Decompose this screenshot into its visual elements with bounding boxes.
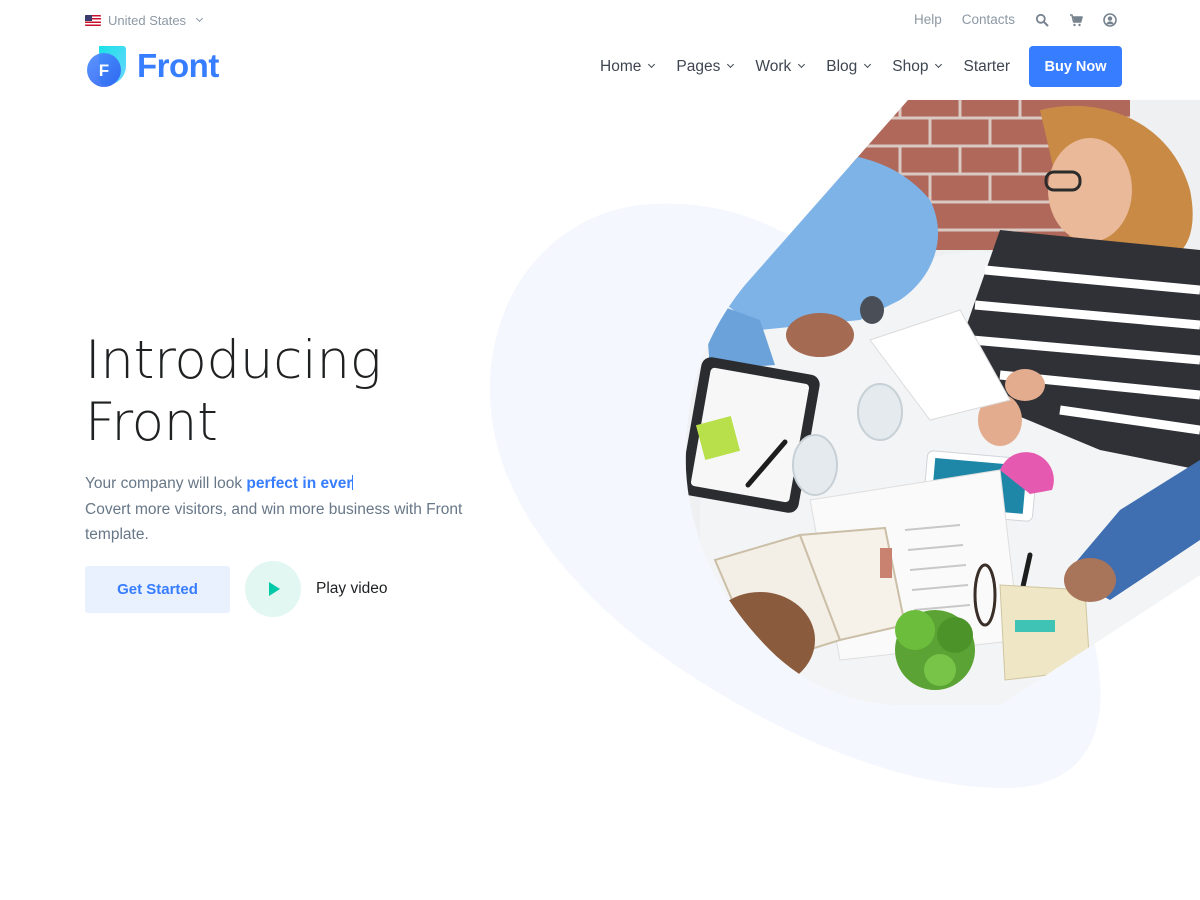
- play-video-label: Play video: [316, 580, 388, 597]
- hero-lead-rest: Covert more visitors, and win more busin…: [85, 500, 463, 544]
- hero-title-line1: Introducing: [85, 330, 382, 391]
- play-icon[interactable]: [245, 561, 301, 617]
- hero-title-line2: Front: [85, 392, 218, 453]
- hero-lead: Your company will look perfect in ever C…: [85, 471, 505, 548]
- play-video-button[interactable]: Play video: [245, 561, 388, 617]
- hero-lead-highlight: perfect in ever: [246, 475, 353, 492]
- get-started-button[interactable]: Get Started: [85, 566, 230, 613]
- typing-cursor: [352, 475, 354, 490]
- hero-lead-prefix: Your company will look: [85, 475, 247, 492]
- hero-title: Introducing Front: [85, 330, 382, 454]
